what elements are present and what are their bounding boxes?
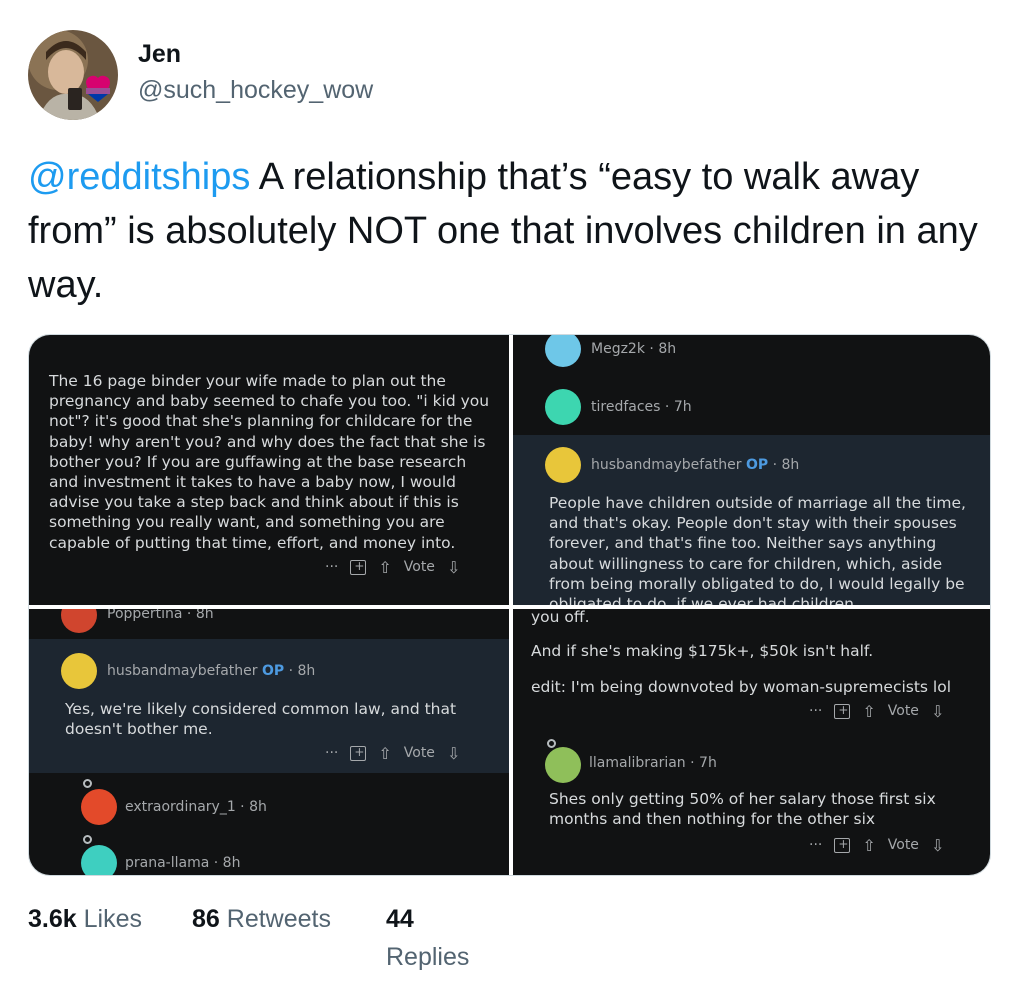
award-icon[interactable]: [834, 837, 851, 853]
snoo-avatar-icon: [81, 845, 117, 875]
comment-meta: extraordinary_1 · 8h: [125, 799, 267, 815]
comment-meta: Poppertina · 8h: [107, 609, 214, 622]
upvote-icon[interactable]: ⇧: [862, 702, 875, 721]
comment-body: And if she's making $175k+, $50k isn't h…: [531, 642, 874, 660]
comment-time: 8h: [222, 855, 241, 871]
snoo-avatar-icon: [545, 747, 581, 783]
comment-username[interactable]: Megz2k: [591, 341, 645, 357]
op-badge: OP: [261, 663, 285, 679]
tweet-media-grid[interactable]: The 16 page binder your wife made to pla…: [28, 334, 991, 876]
snoo-avatar-icon: [545, 389, 581, 425]
upvote-icon[interactable]: ⇧: [862, 836, 875, 855]
downvote-icon[interactable]: ⇩: [931, 836, 944, 855]
replies-stat[interactable]: 44 Replies: [386, 900, 469, 976]
comment-time: 8h: [781, 457, 800, 473]
upvote-icon[interactable]: ⇧: [378, 744, 391, 763]
downvote-icon[interactable]: ⇩: [931, 702, 944, 721]
comment-time: 8h: [297, 663, 316, 679]
vote-label: Vote: [887, 703, 919, 719]
downvote-icon[interactable]: ⇩: [447, 558, 460, 577]
display-name[interactable]: Jen: [138, 40, 181, 69]
snoo-avatar-icon: [545, 335, 581, 367]
more-options-icon[interactable]: ···: [325, 559, 338, 575]
comment-meta: prana-llama · 8h: [125, 855, 241, 871]
snoo-avatar-icon: [61, 609, 97, 633]
media-panel-top-right[interactable]: Megz2k · 8h tiredfaces · 7h husbandmaybe…: [513, 335, 990, 605]
vote-label: Vote: [403, 745, 435, 761]
comment-username[interactable]: tiredfaces: [591, 399, 660, 415]
comment-meta: husbandmaybefather OP · 8h: [107, 663, 316, 679]
comment-time: 8h: [195, 609, 214, 622]
comment-meta: tiredfaces · 7h: [591, 399, 692, 415]
grid-divider: [29, 605, 990, 609]
media-panel-bottom-right[interactable]: you off. And if she's making $175k+, $50…: [513, 609, 990, 875]
comment-actions: ··· ⇧ Vote ⇩: [325, 741, 460, 765]
comment-username[interactable]: prana-llama: [125, 855, 209, 871]
more-options-icon[interactable]: ···: [809, 703, 822, 719]
collapse-dot-icon[interactable]: [547, 739, 556, 748]
comment-meta: Megz2k · 8h: [591, 341, 677, 357]
comment-actions: ··· ⇧ Vote ⇩: [809, 699, 944, 723]
replies-count: 44: [386, 905, 414, 933]
snoo-avatar-icon: [81, 789, 117, 825]
comment-body-edit: edit: I'm being downvoted by woman-supre…: [531, 678, 952, 696]
tweet-text: @redditships A relationship that’s “easy…: [28, 150, 978, 312]
comment-time: 8h: [658, 341, 677, 357]
upvote-icon[interactable]: ⇧: [378, 558, 391, 577]
replies-label: Replies: [386, 943, 470, 971]
comment-meta: llamalibrarian · 7h: [589, 755, 717, 771]
comment-body: Yes, we're likely considered common law,…: [65, 700, 457, 739]
comment-time: 7h: [673, 399, 692, 415]
media-panel-top-left[interactable]: The 16 page binder your wife made to pla…: [29, 335, 509, 605]
award-icon[interactable]: [350, 559, 367, 575]
snoo-avatar-icon: [545, 447, 581, 483]
downvote-icon[interactable]: ⇩: [447, 744, 460, 763]
mention-link[interactable]: @redditships: [28, 156, 250, 198]
collapse-dot-icon[interactable]: [83, 779, 92, 788]
comment-body: Shes only getting 50% of her salary thos…: [549, 790, 936, 829]
likes-stat[interactable]: 3.6k Likes: [28, 905, 142, 934]
comment-actions: ··· ⇧ Vote ⇩: [809, 833, 944, 857]
more-options-icon[interactable]: ···: [809, 837, 822, 853]
likes-count: 3.6k: [28, 905, 77, 933]
more-options-icon[interactable]: ···: [325, 745, 338, 761]
comment-username[interactable]: llamalibrarian: [589, 755, 686, 771]
comment-body-cut: you off.: [531, 609, 590, 626]
user-avatar[interactable]: [28, 30, 118, 120]
award-icon[interactable]: [350, 745, 367, 761]
comment-body: The 16 page binder your wife made to pla…: [49, 372, 490, 552]
vote-label: Vote: [887, 837, 919, 853]
comment-username[interactable]: husbandmaybefather: [591, 457, 742, 473]
retweets-label: Retweets: [226, 905, 331, 933]
comment-meta: husbandmaybefather OP · 8h: [591, 457, 800, 473]
comment-body: People have children outside of marriage…: [549, 494, 966, 605]
comment-time: 8h: [249, 799, 267, 815]
collapse-dot-icon[interactable]: [83, 835, 92, 844]
comment-actions: ··· ⇧ Vote ⇩: [325, 555, 460, 579]
comment-username[interactable]: Poppertina: [107, 609, 182, 622]
op-badge: OP: [745, 457, 769, 473]
likes-label: Likes: [83, 905, 142, 933]
comment-username[interactable]: extraordinary_1: [125, 799, 236, 815]
comment-username[interactable]: husbandmaybefather: [107, 663, 258, 679]
award-icon[interactable]: [834, 703, 851, 719]
retweets-count: 86: [192, 905, 220, 933]
vote-label: Vote: [403, 559, 435, 575]
snoo-avatar-icon: [61, 653, 97, 689]
user-handle[interactable]: @such_hockey_wow: [138, 76, 373, 105]
comment-time: 7h: [699, 755, 717, 771]
retweets-stat[interactable]: 86 Retweets: [192, 905, 331, 934]
media-panel-bottom-left[interactable]: Poppertina · 8h husbandmaybefather OP · …: [29, 609, 509, 875]
